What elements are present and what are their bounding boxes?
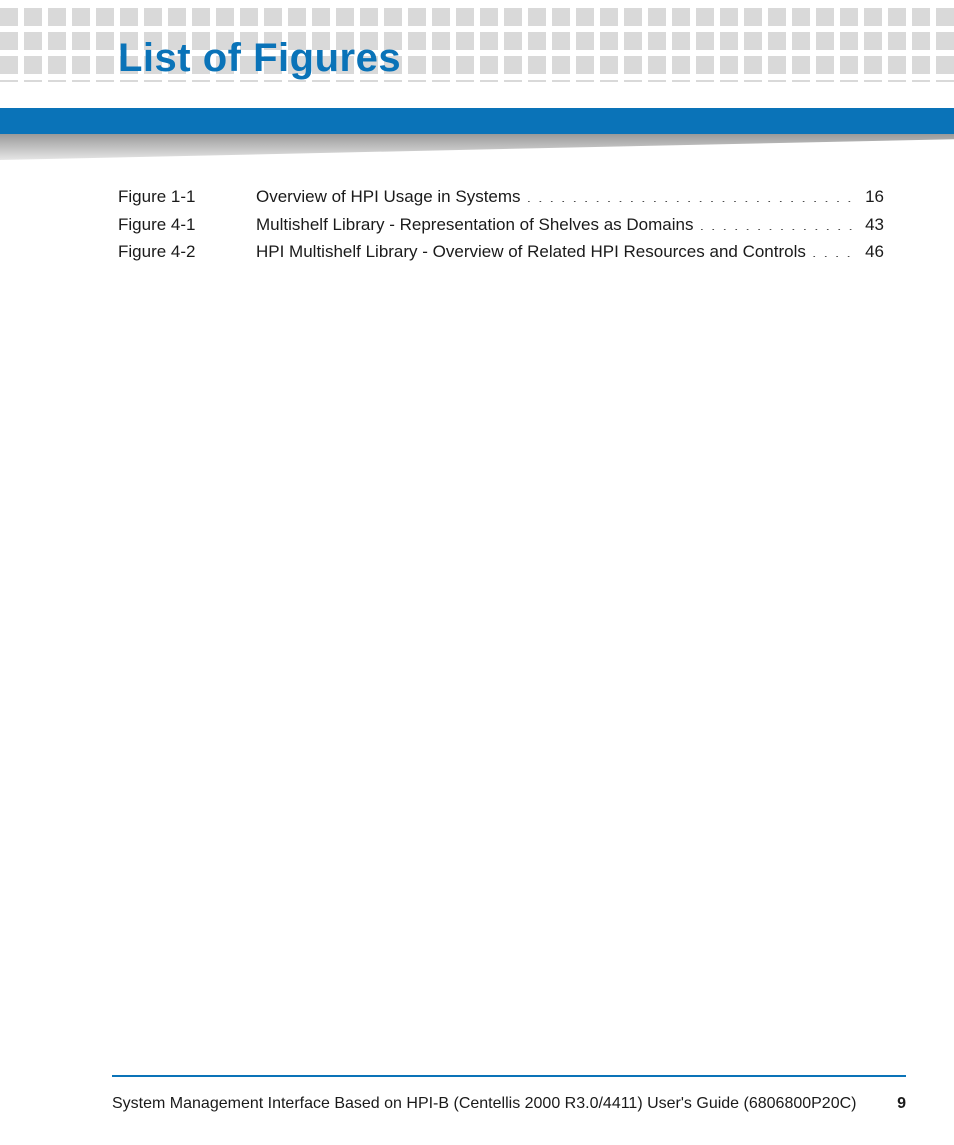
figure-label: Figure 4-2 [118, 239, 256, 265]
footer-text: System Management Interface Based on HPI… [112, 1095, 856, 1113]
figure-page: 16 [865, 184, 884, 210]
footer: System Management Interface Based on HPI… [112, 1095, 906, 1113]
figure-label: Figure 4-1 [118, 212, 256, 238]
dot-leader [812, 240, 859, 257]
header-bar [0, 108, 954, 134]
figure-label: Figure 1-1 [118, 184, 256, 210]
page-title: List of Figures [118, 36, 401, 81]
header-wedge [0, 134, 954, 160]
footer-rule [112, 1075, 906, 1077]
figure-page: 46 [865, 239, 884, 265]
figure-page: 43 [865, 212, 884, 238]
list-item: Figure 4-2 HPI Multishelf Library - Over… [118, 239, 884, 265]
list-item: Figure 4-1 Multishelf Library - Represen… [118, 212, 884, 238]
dot-leader [699, 213, 859, 230]
page-number: 9 [897, 1095, 906, 1113]
figure-title: HPI Multishelf Library - Overview of Rel… [256, 239, 806, 265]
figure-title: Multishelf Library - Representation of S… [256, 212, 693, 238]
figure-title: Overview of HPI Usage in Systems [256, 184, 521, 210]
list-item: Figure 1-1 Overview of HPI Usage in Syst… [118, 184, 884, 210]
figures-list: Figure 1-1 Overview of HPI Usage in Syst… [118, 184, 884, 267]
dot-leader [527, 185, 860, 202]
